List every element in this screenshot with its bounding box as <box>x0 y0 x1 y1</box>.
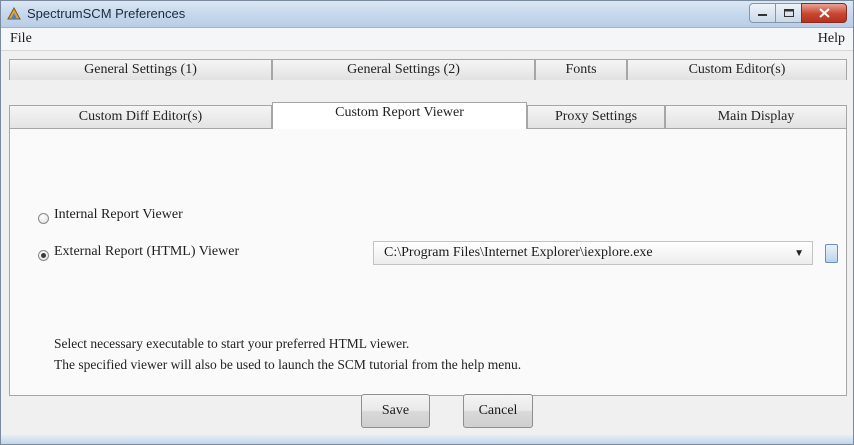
tab-panel-custom-report-viewer: Internal Report Viewer External Report (… <box>9 128 847 396</box>
browse-button[interactable] <box>825 244 838 263</box>
maximize-icon <box>783 9 794 17</box>
tab-label: Main Display <box>717 109 795 124</box>
spectrum-app-icon <box>7 7 21 20</box>
menu-file[interactable]: File <box>10 31 32 47</box>
external-viewer-radio[interactable] <box>38 250 49 261</box>
tab-label: General Settings (1) <box>84 62 197 77</box>
minimize-icon <box>758 14 767 16</box>
dropdown-arrow-icon: ▼ <box>794 248 804 259</box>
tab-label: Custom Report Viewer <box>335 105 464 120</box>
tab-label: Custom Editor(s) <box>688 62 786 77</box>
title-bar[interactable]: SpectrumSCM Preferences <box>1 1 853 28</box>
info-line-1: Select necessary executable to start you… <box>54 336 410 351</box>
window-bottom-border <box>1 435 853 444</box>
cancel-button[interactable]: Cancel <box>463 394 533 428</box>
viewer-path-dropdown[interactable]: C:\Program Files\Internet Explorer\iexpl… <box>373 241 813 265</box>
preferences-window: SpectrumSCM Preferences File Help Genera… <box>0 0 854 445</box>
tab-main-display[interactable]: Main Display <box>665 105 847 128</box>
save-button[interactable]: Save <box>361 394 430 428</box>
tab-general-settings-1[interactable]: General Settings (1) <box>9 59 272 80</box>
window-title: SpectrumSCM Preferences <box>27 6 186 21</box>
menu-help[interactable]: Help <box>818 31 845 47</box>
tab-custom-editors[interactable]: Custom Editor(s) <box>627 59 847 80</box>
tab-custom-report-viewer[interactable]: Custom Report Viewer <box>272 102 527 129</box>
viewer-path-value: C:\Program Files\Internet Explorer\iexpl… <box>384 245 653 260</box>
maximize-button[interactable] <box>775 3 801 23</box>
tab-label: Fonts <box>565 62 597 77</box>
tab-custom-diff-editors[interactable]: Custom Diff Editor(s) <box>9 105 272 130</box>
tab-label: Proxy Settings <box>554 109 638 124</box>
close-icon <box>818 8 830 18</box>
window-controls <box>749 3 847 23</box>
tab-label: General Settings (2) <box>347 62 460 77</box>
tab-fonts[interactable]: Fonts <box>535 59 627 80</box>
close-button[interactable] <box>801 3 847 23</box>
tab-proxy-settings[interactable]: Proxy Settings <box>527 105 665 128</box>
tab-label: Custom Diff Editor(s) <box>78 109 203 124</box>
tab-general-settings-2[interactable]: General Settings (2) <box>272 59 535 80</box>
internal-viewer-radio[interactable] <box>38 213 49 224</box>
menu-bar: File Help <box>1 28 853 51</box>
internal-viewer-label[interactable]: Internal Report Viewer <box>54 207 183 223</box>
info-line-2: The specified viewer will also be used t… <box>54 357 522 372</box>
external-viewer-label[interactable]: External Report (HTML) Viewer <box>54 244 239 260</box>
minimize-button[interactable] <box>749 3 775 23</box>
